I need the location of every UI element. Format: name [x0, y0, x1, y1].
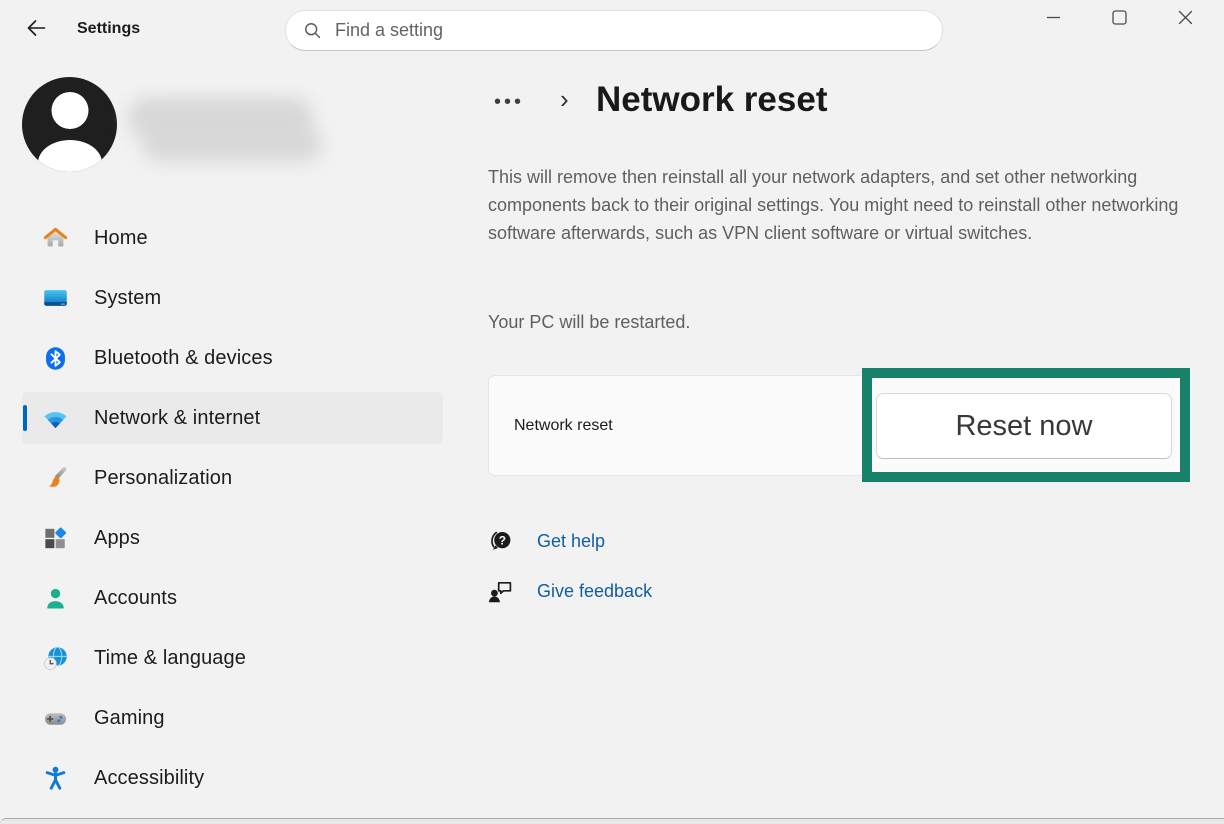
get-help-link[interactable]: Get help: [537, 531, 605, 552]
page-title: Network reset: [596, 80, 827, 120]
sidebar-item-accessibility[interactable]: Accessibility: [22, 752, 443, 804]
maximize-icon: [1109, 7, 1130, 33]
bluetooth-icon: [42, 345, 69, 372]
user-email-redacted: [142, 126, 322, 162]
app-title: Settings: [77, 20, 140, 38]
sidebar-item-label: Time & language: [94, 647, 246, 670]
sidebar-item-label: Apps: [94, 527, 140, 550]
accessibility-person-icon: [42, 765, 69, 792]
search-input[interactable]: [335, 20, 928, 41]
minimize-icon: [1043, 7, 1064, 33]
sidebar-item-accounts[interactable]: Accounts: [22, 572, 443, 624]
breadcrumb-chevron-icon: ›: [560, 86, 569, 112]
svg-text:?: ?: [499, 533, 506, 547]
sidebar-item-home[interactable]: Home: [22, 212, 443, 264]
maximize-button[interactable]: [1086, 0, 1152, 40]
sidebar-item-time-language[interactable]: Time & language: [22, 632, 443, 684]
breadcrumb-ellipsis[interactable]: •••: [494, 92, 524, 112]
window-controls: [1020, 0, 1218, 40]
system-icon: [42, 285, 69, 312]
sidebar-item-apps[interactable]: Apps: [22, 512, 443, 564]
back-arrow-icon: [25, 17, 47, 44]
close-button[interactable]: [1152, 0, 1218, 40]
sidebar-item-bluetooth[interactable]: Bluetooth & devices: [22, 332, 443, 384]
sidebar-item-network-internet[interactable]: Network & internet: [22, 392, 443, 444]
avatar[interactable]: [22, 77, 117, 172]
search-icon: [303, 21, 322, 40]
restart-note: Your PC will be restarted.: [488, 312, 690, 333]
minimize-button[interactable]: [1020, 0, 1086, 40]
settings-window: Settings Home: [0, 0, 1224, 824]
home-icon: [42, 225, 69, 252]
selected-indicator: [23, 405, 27, 431]
sidebar-item-label: Bluetooth & devices: [94, 347, 273, 370]
sidebar-item-label: Accounts: [94, 587, 177, 610]
get-help-icon: ?: [487, 528, 514, 555]
network-reset-label: Network reset: [514, 417, 613, 435]
wifi-icon: [42, 405, 69, 432]
gamepad-icon: [42, 705, 69, 732]
sidebar-item-label: Personalization: [94, 467, 232, 490]
paintbrush-icon: [42, 465, 69, 492]
give-feedback-icon: [487, 578, 514, 605]
window-bottom-edge: [0, 818, 1224, 824]
page-description: This will remove then reinstall all your…: [488, 163, 1182, 247]
sidebar-item-label: Accessibility: [94, 767, 204, 790]
sidebar-item-personalization[interactable]: Personalization: [22, 452, 443, 504]
sidebar-item-label: Gaming: [94, 707, 165, 730]
reset-now-button[interactable]: Reset now: [876, 393, 1172, 459]
back-button[interactable]: [22, 15, 50, 45]
give-feedback-link[interactable]: Give feedback: [537, 581, 652, 602]
sidebar-item-label: Network & internet: [94, 407, 260, 430]
close-icon: [1175, 7, 1196, 33]
accounts-person-icon: [42, 585, 69, 612]
apps-icon: [42, 525, 69, 552]
sidebar-item-label: System: [94, 287, 161, 310]
globe-clock-icon: [42, 645, 69, 672]
search-box[interactable]: [285, 10, 943, 51]
sidebar-item-system[interactable]: System: [22, 272, 443, 324]
sidebar-item-label: Home: [94, 227, 148, 250]
avatar-head-shape: [51, 92, 88, 129]
sidebar-item-gaming[interactable]: Gaming: [22, 692, 443, 744]
avatar-shoulders-shape: [38, 140, 102, 172]
